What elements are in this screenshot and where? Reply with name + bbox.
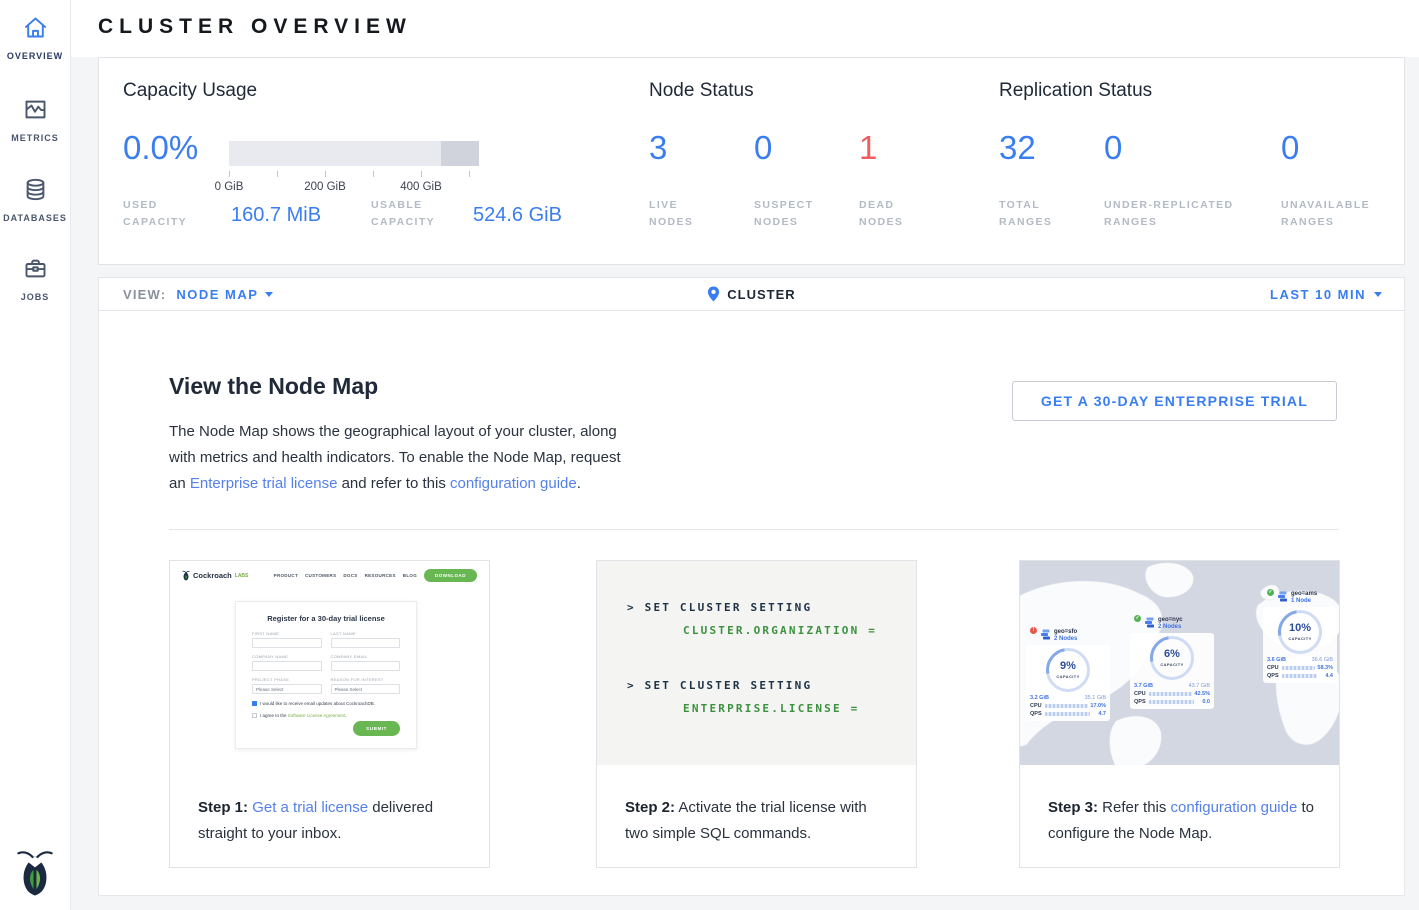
axis-tick-label: 400 GiB (391, 181, 451, 193)
usable-capacity-value: 524.6 GiB (473, 204, 562, 227)
sidebar: OVERVIEW METRICS DATABASES JOBS (0, 0, 71, 910)
step-2-caption: Step 2: Activate the trial license with … (625, 795, 894, 847)
trial-registration-form: Register for a 30-day trial license FIRS… (235, 601, 417, 749)
cockroach-labs-mini-logo: Cockroach LABS (182, 570, 248, 581)
cluster-summary-card: Capacity Usage 0.0% 0 GiB 200 GiB 400 Gi… (98, 57, 1405, 265)
total-ranges-label: TOTALRANGES (999, 197, 1052, 231)
capacity-gauge: 6% CAPACITY (1150, 636, 1194, 680)
checkbox-icon (252, 701, 257, 706)
section-description: The Node Map shows the geographical layo… (169, 419, 634, 497)
capacity-usage-title: Capacity Usage (123, 80, 257, 102)
node-stack-icon (1144, 617, 1155, 628)
suspect-nodes-value: 0 (754, 128, 772, 168)
live-nodes-value: 3 (649, 128, 667, 168)
usable-capacity-label: USABLECAPACITY (371, 197, 435, 231)
trial-license-site-thumbnail: Cockroach LABS PRODUCT CUSTOMERS DOCS RE… (170, 561, 489, 765)
step-2-card: > SET CLUSTER SETTING CLUSTER.ORGANIZATI… (596, 560, 917, 868)
enterprise-trial-license-link[interactable]: Enterprise trial license (190, 475, 338, 492)
total-ranges-value: 32 (999, 128, 1036, 168)
configuration-guide-link[interactable]: configuration guide (450, 475, 577, 492)
sidebar-item-label: OVERVIEW (0, 51, 70, 61)
step-1-card: Cockroach LABS PRODUCT CUSTOMERS DOCS RE… (169, 560, 490, 868)
checkbox-icon (252, 713, 257, 718)
cockroach-logo (16, 847, 54, 897)
node-map-panel: View the Node Map The Node Map shows the… (98, 311, 1405, 896)
capacity-gauge: 10% CAPACITY (1278, 610, 1322, 654)
locality-breadcrumb[interactable]: CLUSTER (99, 278, 1404, 310)
capacity-bar (229, 141, 479, 166)
time-range-selector[interactable]: LAST 10 MIN (1270, 278, 1382, 310)
axis-tick-label: 0 GiB (199, 181, 259, 193)
sidebar-item-label: JOBS (0, 292, 70, 302)
map-pin-icon (707, 286, 720, 302)
dead-nodes-label: DEADNODES (859, 197, 903, 231)
view-bar: VIEW: NODE MAP CLUSTER LAST 10 MIN (98, 277, 1405, 311)
locality-widget-nyc: ✓ geo=nyc 2 Nodes 6% (1130, 617, 1214, 709)
node-stack-icon (1277, 591, 1288, 602)
replication-status-title: Replication Status (999, 80, 1152, 102)
step-1-caption: Step 1: Get a trial license delivered st… (198, 795, 467, 847)
capacity-used-percent: 0.0% (123, 128, 198, 168)
chevron-down-icon (1374, 292, 1382, 297)
under-replicated-ranges-value: 0 (1104, 128, 1122, 168)
suspect-nodes-label: SUSPECTNODES (754, 197, 813, 231)
main-area: CLUSTER OVERVIEW Capacity Usage 0.0% 0 G… (71, 0, 1419, 910)
breadcrumb-cluster: CLUSTER (727, 287, 795, 302)
sidebar-item-label: DATABASES (0, 213, 70, 223)
page-title: CLUSTER OVERVIEW (71, 0, 1419, 39)
step-3-card: ! geo=sfo 2 Nodes 9% (1019, 560, 1340, 868)
sidebar-item-overview[interactable]: OVERVIEW (0, 14, 70, 61)
metrics-chart-icon (22, 96, 49, 123)
used-capacity-value: 160.7 MiB (231, 204, 321, 227)
configuration-guide-link[interactable]: configuration guide (1171, 799, 1298, 816)
page-header: CLUSTER OVERVIEW (71, 0, 1419, 57)
get-trial-license-link[interactable]: Get a trial license (252, 799, 368, 816)
status-ok-icon: ✓ (1134, 615, 1141, 622)
capacity-bar-reserved-segment (441, 141, 479, 166)
under-replicated-ranges-label: UNDER-REPLICATEDRANGES (1104, 197, 1234, 231)
locality-widget-sfo: ! geo=sfo 2 Nodes 9% (1026, 629, 1110, 721)
sidebar-item-metrics[interactable]: METRICS (0, 96, 70, 143)
mini-site-nav: PRODUCT CUSTOMERS DOCS RESOURCES BLOG DO… (274, 569, 477, 582)
live-nodes-label: LIVENODES (649, 197, 693, 231)
locality-widget-ams: ✓ geo=ams 1 Node 10% (1263, 591, 1337, 683)
node-stack-icon (1040, 629, 1051, 640)
section-divider (169, 529, 1338, 530)
database-icon (22, 176, 49, 203)
briefcase-icon (22, 255, 49, 282)
used-capacity-label: USEDCAPACITY (123, 197, 187, 231)
status-ok-icon: ✓ (1267, 589, 1274, 596)
sidebar-item-jobs[interactable]: JOBS (0, 255, 70, 302)
sidebar-item-label: METRICS (0, 133, 70, 143)
sidebar-item-databases[interactable]: DATABASES (0, 176, 70, 223)
unavailable-ranges-label: UNAVAILABLERANGES (1281, 197, 1370, 231)
section-title: View the Node Map (169, 373, 378, 400)
mini-submit-button: SUBMIT (353, 721, 400, 736)
sql-commands-thumbnail: > SET CLUSTER SETTING CLUSTER.ORGANIZATI… (597, 561, 916, 765)
mini-download-button: DOWNLOAD (424, 569, 477, 582)
axis-tick-label: 200 GiB (295, 181, 355, 193)
get-enterprise-trial-button[interactable]: GET A 30-DAY ENTERPRISE TRIAL (1012, 381, 1337, 421)
node-map-thumbnail: ! geo=sfo 2 Nodes 9% (1020, 561, 1339, 765)
dead-nodes-value: 1 (859, 128, 877, 168)
node-status-title: Node Status (649, 80, 754, 102)
unavailable-ranges-value: 0 (1281, 128, 1299, 168)
capacity-gauge: 9% CAPACITY (1046, 648, 1090, 692)
status-error-icon: ! (1030, 627, 1037, 634)
home-icon (22, 14, 49, 41)
step-3-caption: Step 3: Refer this configuration guide t… (1048, 795, 1317, 847)
